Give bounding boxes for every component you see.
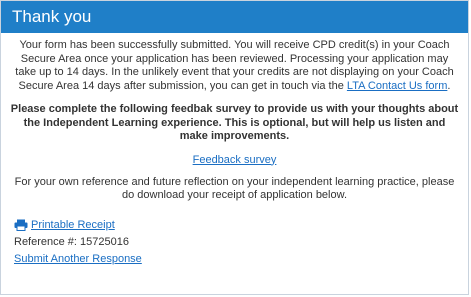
page-title: Thank you — [12, 7, 92, 26]
submit-another-response-link[interactable]: Submit Another Response — [14, 253, 142, 265]
feedback-survey-link[interactable]: Feedback survey — [9, 154, 460, 166]
printer-icon[interactable] — [14, 219, 28, 231]
confirmation-panel: Thank you Your form has been successfull… — [0, 0, 469, 295]
receipt-section: Printable Receipt Reference #: 15725016 … — [9, 217, 460, 268]
receipt-note: For your own reference and future reflec… — [14, 175, 455, 202]
panel-body: Your form has been successfully submitte… — [1, 33, 468, 268]
submission-text-end: . — [447, 79, 451, 92]
reference-number: Reference #: 15725016 — [14, 235, 129, 248]
contact-us-link[interactable]: LTA Contact Us form — [347, 80, 447, 92]
survey-request: Please complete the following feedbak su… — [10, 103, 459, 142]
printable-receipt-row[interactable]: Printable Receipt — [14, 217, 460, 234]
submission-message: Your form has been successfully submitte… — [9, 39, 460, 93]
printable-receipt-link[interactable]: Printable Receipt — [31, 217, 115, 234]
panel-header: Thank you — [1, 1, 468, 33]
